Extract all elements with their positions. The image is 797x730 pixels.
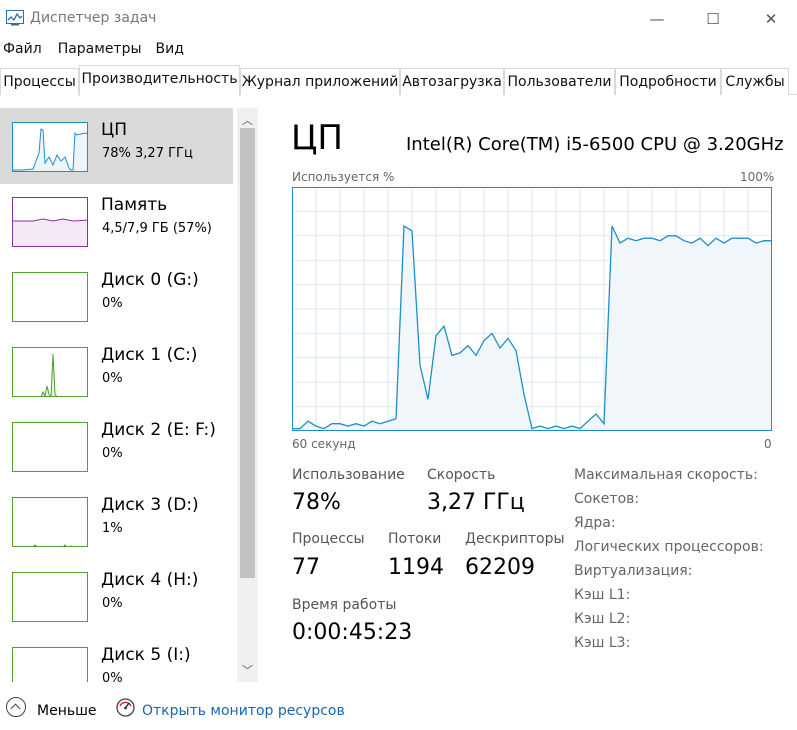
resource-list-scrollbar[interactable]: ︿ ﹀ [237,108,258,682]
resource-name: ЦП [101,120,127,140]
processes-value: 77 [292,555,320,580]
open-resource-monitor-link[interactable]: Открыть монитор ресурсов [142,703,345,719]
resource-monitor-icon[interactable] [116,698,135,717]
resource-item-disk5[interactable]: Диск 5 (I:) 0% [0,633,233,682]
resource-value: 0% [102,296,123,311]
graph-y-max: 100% [740,170,775,184]
spec-sockets: Сокетов: [574,491,640,507]
collapse-up-icon[interactable] [6,697,26,717]
spec-max-speed: Максимальная скорость: [574,467,758,483]
window-title: Диспетчер задач [30,10,157,26]
tab-performance[interactable]: Производительность [79,65,240,96]
threads-value: 1194 [388,555,444,580]
tab-app-history[interactable]: Журнал приложений [240,68,400,95]
cpu-heading: ЦП [291,118,343,158]
speed-value: 3,27 ГГц [427,490,525,515]
memory-thumbnail [12,197,88,247]
resource-name: Диск 1 (C:) [101,345,198,365]
footer: Меньше Открыть монитор ресурсов [0,694,797,730]
fewer-details-button[interactable]: Меньше [37,703,97,719]
disk3-thumbnail [12,497,88,547]
cpu-usage-graph [292,187,772,431]
resource-item-disk3[interactable]: Диск 3 (D:) 1% [0,483,233,559]
resource-name: Диск 4 (H:) [101,570,199,590]
disk1-thumbnail [12,347,88,397]
resource-value: 0% [102,446,123,461]
disk4-thumbnail [12,572,88,622]
disk2-thumbnail [12,422,88,472]
tab-strip: Процессы Производительность Журнал прило… [0,65,797,96]
spec-l3-cache: Кэш L3: [574,635,631,651]
resource-value: 78% 3,27 ГГц [102,146,193,161]
menu-options[interactable]: Параметры [50,38,150,62]
resource-name: Диск 5 (I:) [101,645,191,665]
tab-startup[interactable]: Автозагрузка [400,68,504,95]
graph-x-right-label: 0 [764,437,772,451]
resource-item-disk2[interactable]: Диск 2 (E: F:) 0% [0,408,233,484]
graph-x-left-label: 60 секунд [292,437,356,451]
resource-value: 0% [102,371,123,386]
resource-item-disk4[interactable]: Диск 4 (H:) 0% [0,558,233,634]
title-bar: Диспетчер задач — ☐ ✕ [0,0,797,38]
resource-list: ЦП 78% 3,27 ГГц Память 4,5/7,9 ГБ (57%) … [0,108,258,682]
disk0-thumbnail [12,272,88,322]
cpu-thumbnail [12,122,88,172]
usage-value: 78% [292,490,341,515]
resource-name: Память [101,195,168,215]
handles-value: 62209 [465,555,535,580]
scroll-up-arrow-icon[interactable]: ︿ [237,112,258,127]
menu-bar: Файл Параметры Вид [0,38,797,62]
uptime-value: 0:00:45:23 [292,620,413,645]
tab-processes[interactable]: Процессы [0,68,79,95]
speed-label: Скорость [427,467,496,483]
menu-view[interactable]: Вид [150,38,192,62]
task-manager-icon [6,10,24,26]
resource-name: Диск 0 (G:) [101,270,199,290]
threads-label: Потоки [388,531,442,547]
resource-item-cpu[interactable]: ЦП 78% 3,27 ГГц [0,108,233,184]
resource-item-disk1[interactable]: Диск 1 (C:) 0% [0,333,233,409]
resource-name: Диск 3 (D:) [101,495,199,515]
cpu-model: Intel(R) Core(TM) i5-6500 CPU @ 3.20GHz [406,134,784,155]
handles-label: Дескрипторы [465,531,565,547]
scroll-thumb[interactable] [240,128,255,578]
graph-y-label: Используется % [292,170,395,184]
close-button[interactable]: ✕ [746,0,796,38]
minimize-button[interactable]: — [632,0,682,38]
spec-l2-cache: Кэш L2: [574,611,631,627]
tab-details[interactable]: Подробности [615,68,721,95]
resource-item-disk0[interactable]: Диск 0 (G:) 0% [0,258,233,334]
resource-value: 4,5/7,9 ГБ (57%) [102,221,212,236]
disk5-thumbnail [12,647,88,682]
resource-value: 1% [102,521,123,536]
resource-value: 0% [102,596,123,611]
spec-virtualization: Виртуализация: [574,563,693,579]
scroll-down-arrow-icon[interactable]: ﹀ [237,662,258,677]
tab-users[interactable]: Пользователи [504,68,615,95]
processes-label: Процессы [292,531,365,547]
maximize-button[interactable]: ☐ [688,0,738,38]
usage-label: Использование [292,467,405,483]
spec-logical-processors: Логических процессоров: [574,539,764,555]
tab-services[interactable]: Службы [721,68,789,95]
spec-l1-cache: Кэш L1: [574,587,631,603]
menu-file[interactable]: Файл [0,38,50,62]
uptime-label: Время работы [292,597,397,613]
spec-cores: Ядра: [574,515,616,531]
resource-value: 0% [102,671,123,682]
resource-name: Диск 2 (E: F:) [101,420,216,440]
resource-item-memory[interactable]: Память 4,5/7,9 ГБ (57%) [0,183,233,259]
